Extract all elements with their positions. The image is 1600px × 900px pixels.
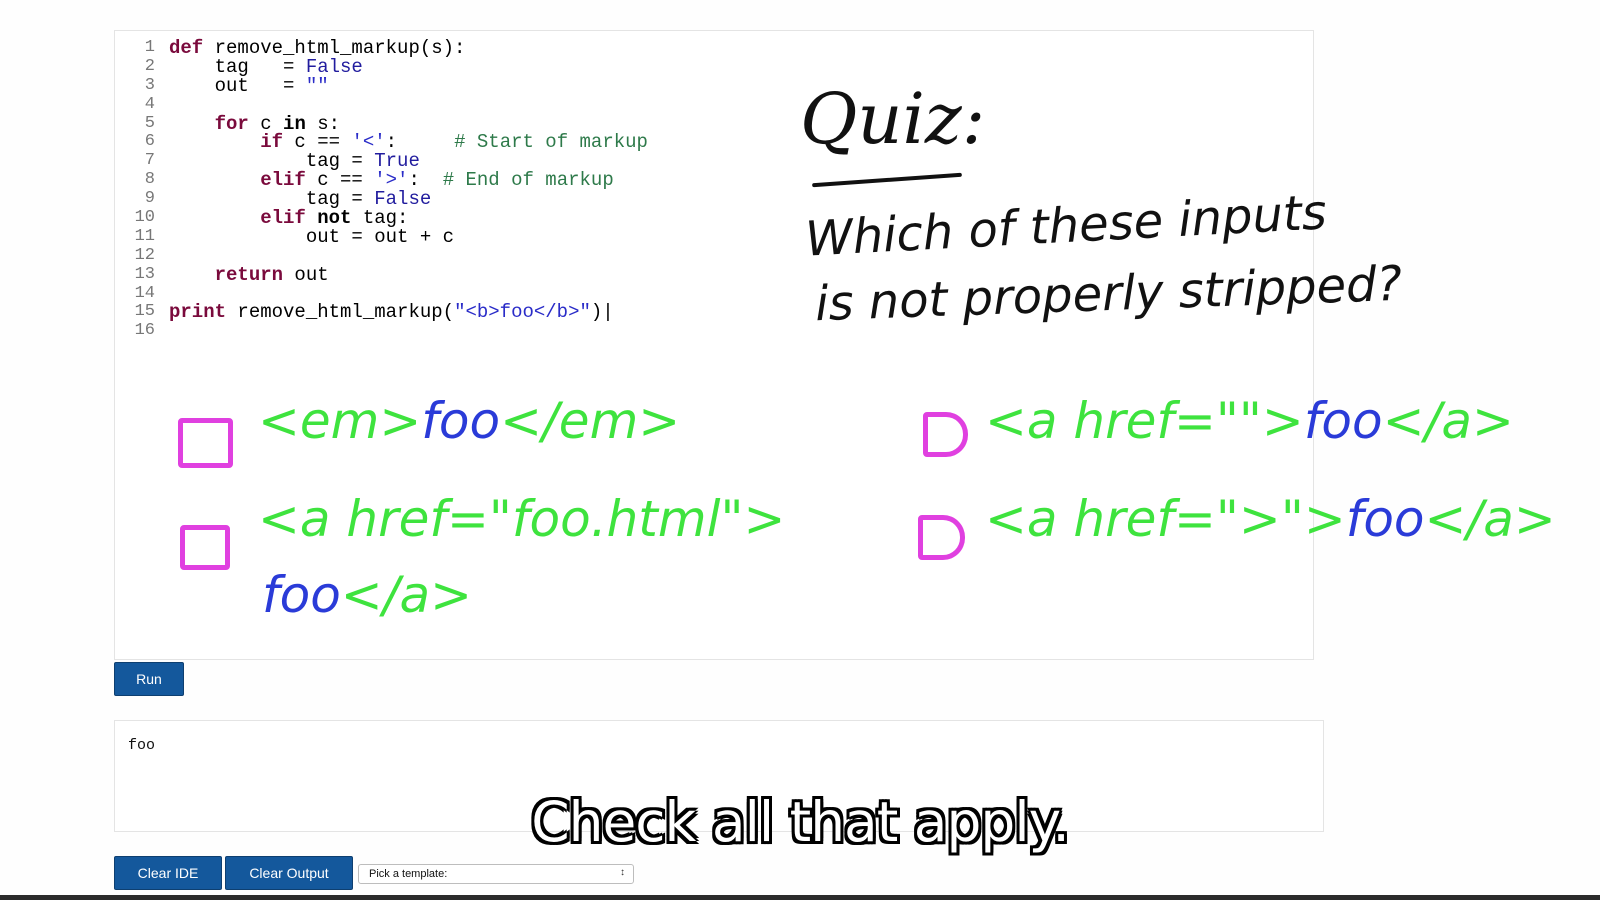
code-line[interactable]: 13 return out [127,263,648,286]
line-number: 9 [144,189,155,209]
line-number: 12 [134,245,155,265]
option-4-close-tag: </a> [1424,490,1556,548]
line-number: 13 [134,264,155,284]
code-line-text: out = out + c [169,225,455,248]
code-line-text: return out [169,263,329,286]
output-text: foo [128,737,156,754]
code-editor[interactable]: 1 def remove_html_markup(s): 2 tag = False… [114,30,1314,660]
option-3-content: foo [1303,392,1383,450]
line-number: 2 [144,56,155,76]
clear-ide-button[interactable]: Clear IDE [114,856,222,890]
code-line-text: out = "" [169,74,329,97]
bottom-edge-bar [0,895,1600,900]
line-number: 14 [134,283,155,303]
code-token: out = [169,74,306,97]
code-token: "<b>foo</b>" [454,301,591,324]
option-4-content: foo [1345,490,1425,548]
line-number: 3 [144,75,155,95]
code-token: # Start of markup [454,131,648,154]
line-number: 15 [134,302,155,322]
line-number: 6 [144,132,155,152]
code-line[interactable]: 16 [127,321,648,341]
code-token: print [169,301,227,324]
line-number: 16 [134,321,155,341]
template-select[interactable]: Pick a template: ↕ [358,864,634,884]
code-token: out [283,263,329,286]
select-arrows-icon: ↕ [620,867,625,878]
code-line-text: print remove_html_markup("<b>foo</b>")| [169,303,614,322]
code-token: remove_html_markup( [226,301,455,324]
line-number: 4 [144,94,155,114]
code-token: # End of markup [442,169,614,192]
line-number: 1 [144,38,155,57]
line-number: 5 [144,113,155,133]
clear-output-button[interactable]: Clear Output [225,856,353,890]
option-3-close-tag: </a> [1382,392,1514,450]
code-lines[interactable]: 1 def remove_html_markup(s): 2 tag = False… [127,38,648,341]
code-token: )| [590,301,614,324]
code-token: out = out + c [169,225,455,248]
code-line[interactable]: 11 out = out + c [127,225,648,248]
line-number: 10 [134,208,155,228]
code-line[interactable]: 15 print remove_html_markup("<b>foo</b>")… [127,303,648,322]
code-line[interactable]: 3 out = "" [127,74,648,97]
run-button[interactable]: Run [114,662,184,696]
code-token: return [214,263,284,286]
video-caption: Check all that apply. [531,790,1070,854]
template-select-label: Pick a template: [369,868,448,880]
line-number: 7 [144,151,155,171]
line-number: 11 [134,226,155,246]
code-token: "" [305,74,329,97]
line-number: 8 [144,170,155,190]
